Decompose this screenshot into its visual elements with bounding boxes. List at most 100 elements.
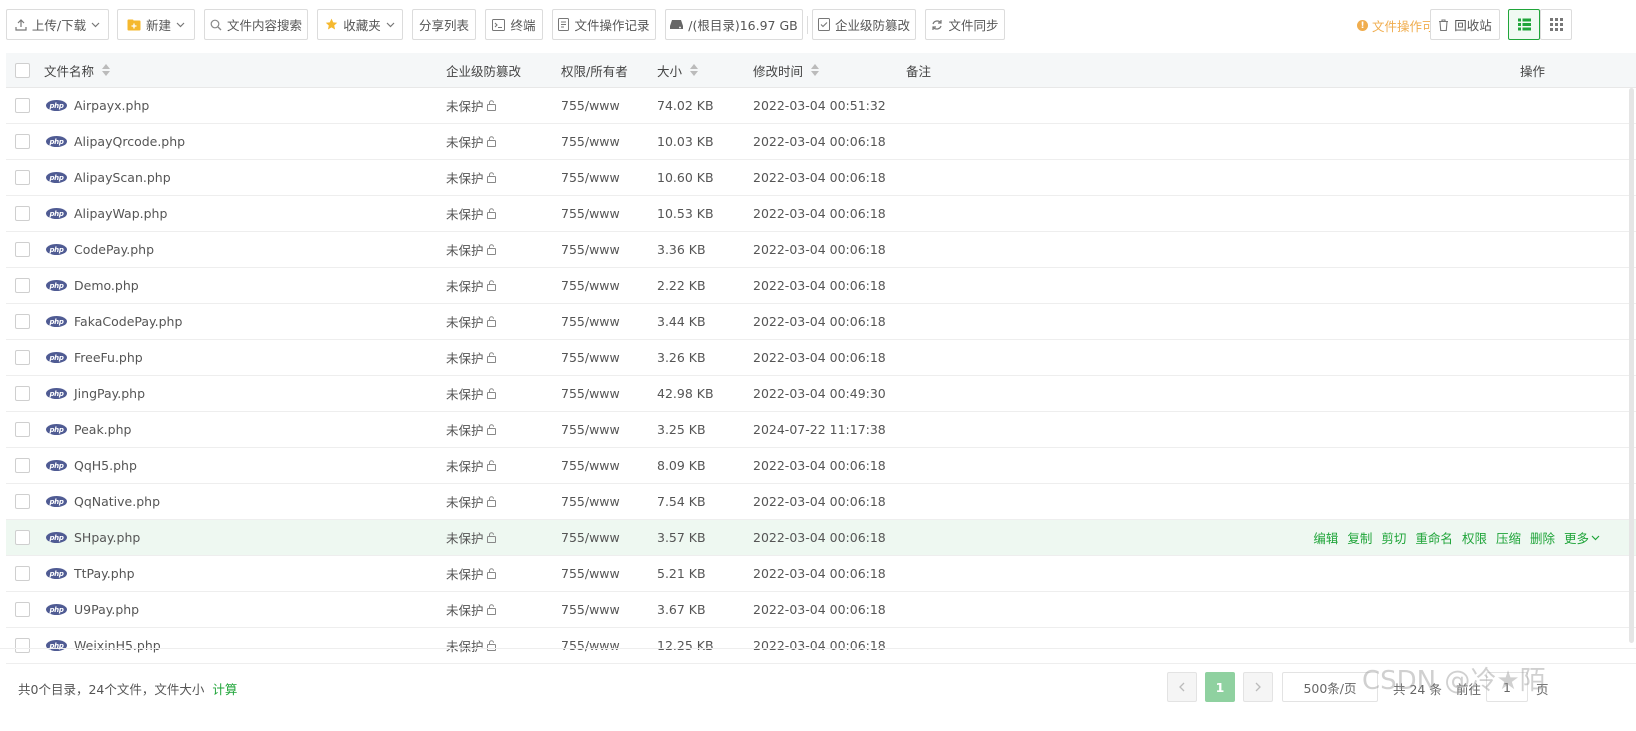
tamper-status-cell[interactable]: 未保护 (446, 448, 497, 483)
file-name-cell[interactable]: php AlipayQrcode.php (46, 124, 185, 159)
file-name[interactable]: SHpay.php (74, 530, 140, 545)
file-name[interactable]: TtPay.php (74, 566, 135, 581)
file-sync-button[interactable]: 文件同步 (925, 9, 1005, 40)
delete-action[interactable]: 删除 (1530, 528, 1555, 547)
file-name-cell[interactable]: php U9Pay.php (46, 592, 139, 627)
rename-action[interactable]: 重命名 (1415, 528, 1453, 547)
permission-cell[interactable]: 755/www (561, 268, 620, 303)
tamper-status-cell[interactable]: 未保护 (446, 556, 497, 591)
file-name[interactable]: Demo.php (74, 278, 139, 293)
tamper-status-cell[interactable]: 未保护 (446, 340, 497, 375)
row-checkbox[interactable] (15, 170, 30, 185)
table-row[interactable]: php Peak.php 未保护 755/www 3.25 KB 2024-07-22 1… (6, 412, 1636, 448)
file-name-cell[interactable]: php Peak.php (46, 412, 131, 447)
disk-button[interactable]: /(根目录)16.97 GB (665, 9, 803, 40)
grid-view-button[interactable] (1540, 9, 1572, 40)
upload-download-button[interactable]: 上传/下载 (6, 9, 109, 40)
row-checkbox[interactable] (15, 530, 30, 545)
file-name-cell[interactable]: php SHpay.php (46, 520, 140, 555)
file-name[interactable]: CodePay.php (74, 242, 154, 257)
column-header-mtime[interactable]: 修改时间 (753, 53, 820, 87)
permission-cell[interactable]: 755/www (561, 124, 620, 159)
table-row[interactable]: php CodePay.php 未保护 755/www 3.36 KB 2022-03-0… (6, 232, 1636, 268)
prev-page-button[interactable] (1167, 672, 1197, 702)
tamper-status-cell[interactable]: 未保护 (446, 160, 497, 195)
file-name-cell[interactable]: php Demo.php (46, 268, 139, 303)
file-name[interactable]: U9Pay.php (74, 602, 139, 617)
row-checkbox[interactable] (15, 98, 30, 113)
file-name-cell[interactable]: php JingPay.php (46, 376, 145, 411)
tamper-status-cell[interactable]: 未保护 (446, 484, 497, 519)
permission-cell[interactable]: 755/www (561, 88, 620, 123)
file-name-cell[interactable]: php AlipayWap.php (46, 196, 167, 231)
file-name-cell[interactable]: php QqH5.php (46, 448, 137, 483)
tamper-status-cell[interactable]: 未保护 (446, 124, 497, 159)
table-row[interactable]: php TtPay.php 未保护 755/www 5.21 KB 2022-03-04 … (6, 556, 1636, 592)
row-checkbox[interactable] (15, 350, 30, 365)
file-name-cell[interactable]: php FreeFu.php (46, 340, 143, 375)
sort-icon[interactable] (102, 64, 111, 76)
permission-cell[interactable]: 755/www (561, 520, 620, 555)
terminal-button[interactable]: 终端 (485, 9, 543, 40)
tamper-status-cell[interactable]: 未保护 (446, 88, 497, 123)
table-row[interactable]: php SHpay.php 未保护 755/www 3.57 KB 2022-03-04 … (6, 520, 1636, 556)
table-row[interactable]: php AlipayWap.php 未保护 755/www 10.53 KB 2022-0… (6, 196, 1636, 232)
sort-icon[interactable] (811, 64, 820, 76)
permission-cell[interactable]: 755/www (561, 448, 620, 483)
permission-cell[interactable]: 755/www (561, 304, 620, 339)
file-name-cell[interactable]: php AlipayScan.php (46, 160, 171, 195)
permission-cell[interactable]: 755/www (561, 376, 620, 411)
permission-cell[interactable]: 755/www (561, 232, 620, 267)
tamper-status-cell[interactable]: 未保护 (446, 232, 497, 267)
row-checkbox[interactable] (15, 458, 30, 473)
table-row[interactable]: php U9Pay.php 未保护 755/www 3.67 KB 2022-03-04 … (6, 592, 1636, 628)
permission-cell[interactable]: 755/www (561, 160, 620, 195)
permission-cell[interactable]: 755/www (561, 484, 620, 519)
row-checkbox[interactable] (15, 422, 30, 437)
list-view-button[interactable] (1508, 9, 1540, 40)
column-header-size[interactable]: 大小 (657, 53, 699, 87)
tamper-status-cell[interactable]: 未保护 (446, 412, 497, 447)
row-checkbox[interactable] (15, 566, 30, 581)
table-row[interactable]: php Demo.php 未保护 755/www 2.22 KB 2022-03-04 0… (6, 268, 1636, 304)
edit-action[interactable]: 编辑 (1313, 528, 1338, 547)
more-action[interactable]: 更多 (1564, 528, 1600, 547)
row-checkbox[interactable] (15, 386, 30, 401)
table-row[interactable]: php JingPay.php 未保护 755/www 42.98 KB 2022-03-… (6, 376, 1636, 412)
tamper-status-cell[interactable]: 未保护 (446, 268, 497, 303)
table-row[interactable]: php AlipayQrcode.php 未保护 755/www 10.03 KB 202… (6, 124, 1636, 160)
file-name[interactable]: JingPay.php (74, 386, 145, 401)
page-number-current[interactable]: 1 (1205, 672, 1235, 702)
table-row[interactable]: php FreeFu.php 未保护 755/www 3.26 KB 2022-03-04… (6, 340, 1636, 376)
tamper-status-cell[interactable]: 未保护 (446, 304, 497, 339)
file-name[interactable]: AlipayScan.php (74, 170, 171, 185)
permission-cell[interactable]: 755/www (561, 592, 620, 627)
file-name[interactable]: AlipayQrcode.php (74, 134, 185, 149)
file-name-cell[interactable]: php TtPay.php (46, 556, 135, 591)
table-row[interactable]: php FakaCodePay.php 未保护 755/www 3.44 KB 2022-… (6, 304, 1636, 340)
row-checkbox[interactable] (15, 314, 30, 329)
row-checkbox[interactable] (15, 242, 30, 257)
permission-cell[interactable]: 755/www (561, 412, 620, 447)
tamper-status-cell[interactable]: 未保护 (446, 196, 497, 231)
permission-cell[interactable]: 755/www (561, 196, 620, 231)
file-name[interactable]: QqNative.php (74, 494, 160, 509)
recycle-bin-button[interactable]: 回收站 (1430, 9, 1500, 40)
compress-action[interactable]: 压缩 (1496, 528, 1521, 547)
file-name[interactable]: Airpayx.php (74, 98, 149, 113)
calculate-size-link[interactable]: 计算 (212, 679, 237, 698)
tamper-status-cell[interactable]: 未保护 (446, 592, 497, 627)
new-button[interactable]: 新建 (117, 9, 195, 40)
file-name[interactable]: QqH5.php (74, 458, 137, 473)
file-name[interactable]: FreeFu.php (74, 350, 143, 365)
row-checkbox[interactable] (15, 602, 30, 617)
copy-action[interactable]: 复制 (1347, 528, 1372, 547)
operation-log-button[interactable]: 文件操作记录 (552, 9, 656, 40)
vertical-scrollbar[interactable] (1629, 88, 1634, 643)
tamper-status-cell[interactable]: 未保护 (446, 376, 497, 411)
permission-cell[interactable]: 755/www (561, 340, 620, 375)
file-name[interactable]: Peak.php (74, 422, 131, 437)
file-name[interactable]: AlipayWap.php (74, 206, 167, 221)
file-name-cell[interactable]: php CodePay.php (46, 232, 154, 267)
row-checkbox[interactable] (15, 494, 30, 509)
